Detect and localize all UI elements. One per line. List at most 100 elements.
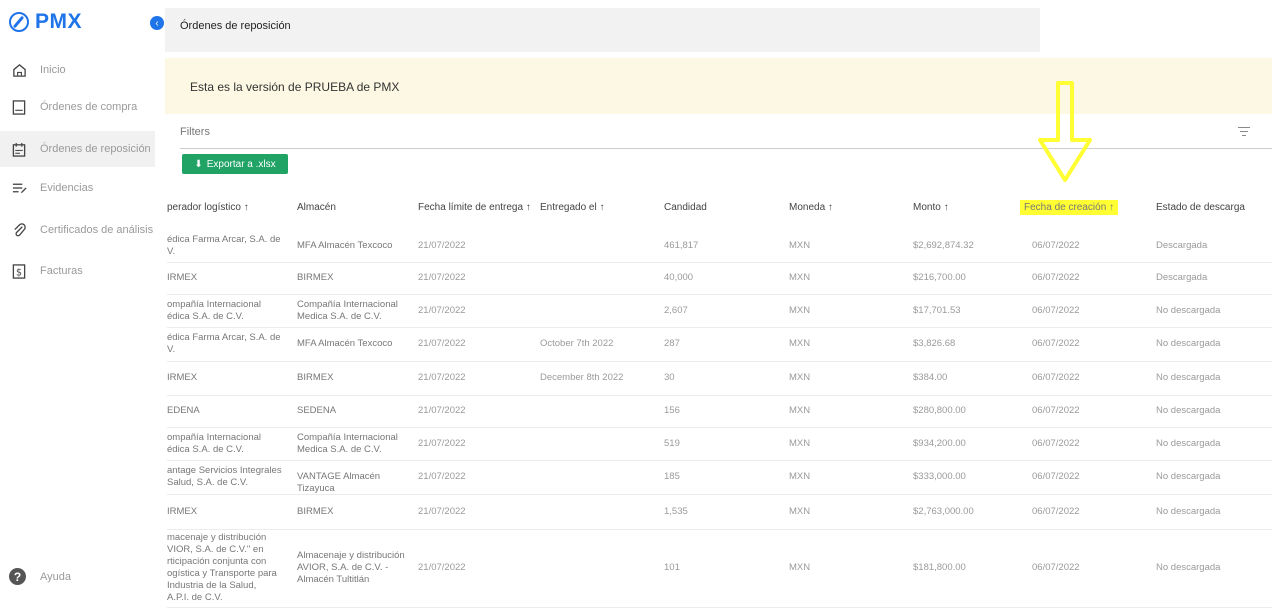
export-xlsx-button[interactable]: ⬇ Exportar a .xlsx: [182, 154, 288, 174]
sidebar-item-certificados[interactable]: Certificados de análisis: [0, 212, 155, 248]
sidebar-item-label: Evidencias: [40, 182, 94, 194]
table-cell: 06/07/2022: [1032, 272, 1080, 283]
table-cell: $3,826.68: [913, 338, 956, 349]
download-icon: ⬇: [194, 158, 203, 170]
table-cell: 101: [664, 562, 680, 573]
sidebar-item-label: Facturas: [40, 265, 83, 277]
help-label: Ayuda: [40, 570, 71, 583]
table-cell: No descargada: [1156, 372, 1221, 383]
table-cell: édica Farma Arcar, S.A. de V.: [167, 234, 281, 257]
table-cell: Descargada: [1156, 240, 1208, 251]
table-row[interactable]: ompañía Internacional édica S.A. de C.V.…: [167, 294, 1272, 328]
column-header[interactable]: perador logístico ↑: [167, 202, 249, 213]
table-cell: 21/07/2022: [418, 304, 466, 316]
table-row[interactable]: IRMEX BIRMEX 21/07/2022 40,000 MXN $216,700.0…: [167, 262, 1272, 295]
export-label: Exportar a .xlsx: [206, 158, 276, 170]
table-cell: 156: [664, 405, 680, 416]
table-cell: SEDENA: [297, 405, 337, 416]
table-row[interactable]: ompañía Internacional édica S.A. de C.V.…: [167, 427, 1272, 461]
table-cell: 06/07/2022: [1032, 562, 1080, 573]
table-cell: $934,200.00: [913, 437, 966, 449]
table-cell: 21/07/2022: [418, 405, 466, 416]
list-edit-icon: [11, 180, 27, 196]
sidebar-item-evidencias[interactable]: Evidencias: [0, 170, 155, 206]
table-row[interactable]: EDENA SEDENA 21/07/2022 156 MXN $280,800.00 06…: [167, 395, 1272, 428]
table-cell: 40,000: [664, 272, 694, 283]
table-cell: $2,692,874.32: [913, 240, 974, 251]
app-name: PMX: [35, 10, 83, 33]
table-cell: $216,700.00: [913, 272, 966, 283]
table-cell: 06/07/2022: [1032, 405, 1080, 416]
table-row[interactable]: édica Farma Arcar, S.A. de V. MFA Almacén…: [167, 230, 1272, 263]
table-cell: BIRMEX: [297, 272, 334, 283]
sidebar-item-label: Órdenes de compra: [40, 101, 138, 113]
table-cell: MXN: [789, 338, 811, 349]
column-header[interactable]: Candidad: [664, 202, 707, 213]
column-header-fecha-creacion[interactable]: Fecha de creación ↑: [1020, 200, 1119, 215]
logo[interactable]: PMX: [9, 10, 82, 34]
filters-label: Filters: [180, 126, 210, 138]
table-row[interactable]: édica Farma Arcar, S.A. de V. MFA Almacén…: [167, 327, 1272, 362]
table-cell: 2,607: [664, 304, 688, 316]
column-header[interactable]: Estado de descarga: [1156, 202, 1245, 213]
column-header[interactable]: Monto ↑: [913, 202, 949, 213]
collapse-sidebar-button[interactable]: ‹: [150, 16, 164, 30]
paperclip-icon: [11, 222, 27, 238]
sidebar-item-ordenes-reposicion[interactable]: Órdenes de reposición: [0, 131, 155, 167]
header-right-area: [1040, 8, 1272, 58]
document-icon: [11, 99, 27, 115]
table-cell: MXN: [789, 240, 811, 251]
sidebar-item-inicio[interactable]: Inicio: [0, 52, 155, 88]
column-header[interactable]: Almacén: [297, 202, 336, 213]
table-cell: MXN: [789, 437, 811, 449]
column-header[interactable]: Moneda ↑: [789, 202, 833, 213]
sidebar-item-label: Certificados de análisis: [40, 224, 154, 236]
table-cell: 06/07/2022: [1032, 372, 1080, 383]
table-cell: $2,763,000.00: [913, 505, 974, 517]
table-cell: 06/07/2022: [1032, 505, 1080, 517]
table-cell: MXN: [789, 562, 811, 573]
filter-icon[interactable]: [1238, 127, 1250, 136]
table-cell: $181,800.00: [913, 562, 966, 573]
table-cell: MFA Almacén Texcoco: [297, 338, 393, 349]
annotation-arrow-icon: [1038, 81, 1092, 182]
table-cell: $333,000.00: [913, 471, 966, 482]
table-cell: 21/07/2022: [418, 372, 466, 383]
table-cell: 06/07/2022: [1032, 437, 1080, 449]
table-cell: VANTAGE Almacén Tizayuca: [297, 471, 381, 494]
table-cell: No descargada: [1156, 437, 1221, 449]
table-row[interactable]: macenaje y distribución VIOR, S.A. de C.…: [167, 529, 1272, 608]
table-cell: ompañía Internacional édica S.A. de C.V.: [167, 298, 262, 322]
table-cell: Descargada: [1156, 272, 1208, 283]
sidebar: PMX Inicio Órdenes de compra Órdenes de …: [0, 0, 155, 607]
table-cell: 21/07/2022: [418, 338, 466, 349]
table-cell: 21/07/2022: [418, 562, 466, 573]
sidebar-item-label: Inicio: [40, 64, 66, 76]
table-cell: No descargada: [1156, 405, 1221, 416]
table-cell: 06/07/2022: [1032, 471, 1080, 482]
chevron-left-icon: ‹: [155, 17, 159, 29]
table-cell: December 8th 2022: [540, 372, 624, 383]
column-header[interactable]: Fecha límite de entrega ↑: [418, 202, 531, 213]
table-cell: IRMEX: [167, 372, 198, 383]
table-cell: édica Farma Arcar, S.A. de V.: [167, 332, 281, 355]
table-row[interactable]: IRMEX BIRMEX 21/07/2022 1,535 MXN $2,763,000.…: [167, 494, 1272, 530]
table-cell: 06/07/2022: [1032, 240, 1080, 251]
filters-bar[interactable]: Filters: [180, 118, 1272, 149]
table-cell: 287: [664, 338, 680, 349]
svg-text:$: $: [16, 267, 22, 278]
table-cell: 21/07/2022: [418, 240, 466, 251]
table-cell: MXN: [789, 471, 811, 482]
table-cell: No descargada: [1156, 338, 1221, 349]
column-header[interactable]: Entregado el ↑: [540, 202, 605, 213]
table-row[interactable]: IRMEX BIRMEX 21/07/2022 December 8th 2022 30…: [167, 361, 1272, 396]
table-cell: BIRMEX: [297, 505, 334, 517]
table-cell: 1,535: [664, 505, 688, 517]
sidebar-item-facturas[interactable]: $ Facturas: [0, 253, 155, 289]
table-row[interactable]: antage Servicios Integrales Salud, S.A. …: [167, 460, 1272, 495]
table-cell: BIRMEX: [297, 372, 334, 383]
table-cell: ompañía Internacional édica S.A. de C.V.: [167, 431, 262, 455]
help-link[interactable]: ? Ayuda: [9, 568, 71, 585]
table-cell: MXN: [789, 272, 811, 283]
sidebar-item-ordenes-compra[interactable]: Órdenes de compra: [0, 89, 155, 125]
